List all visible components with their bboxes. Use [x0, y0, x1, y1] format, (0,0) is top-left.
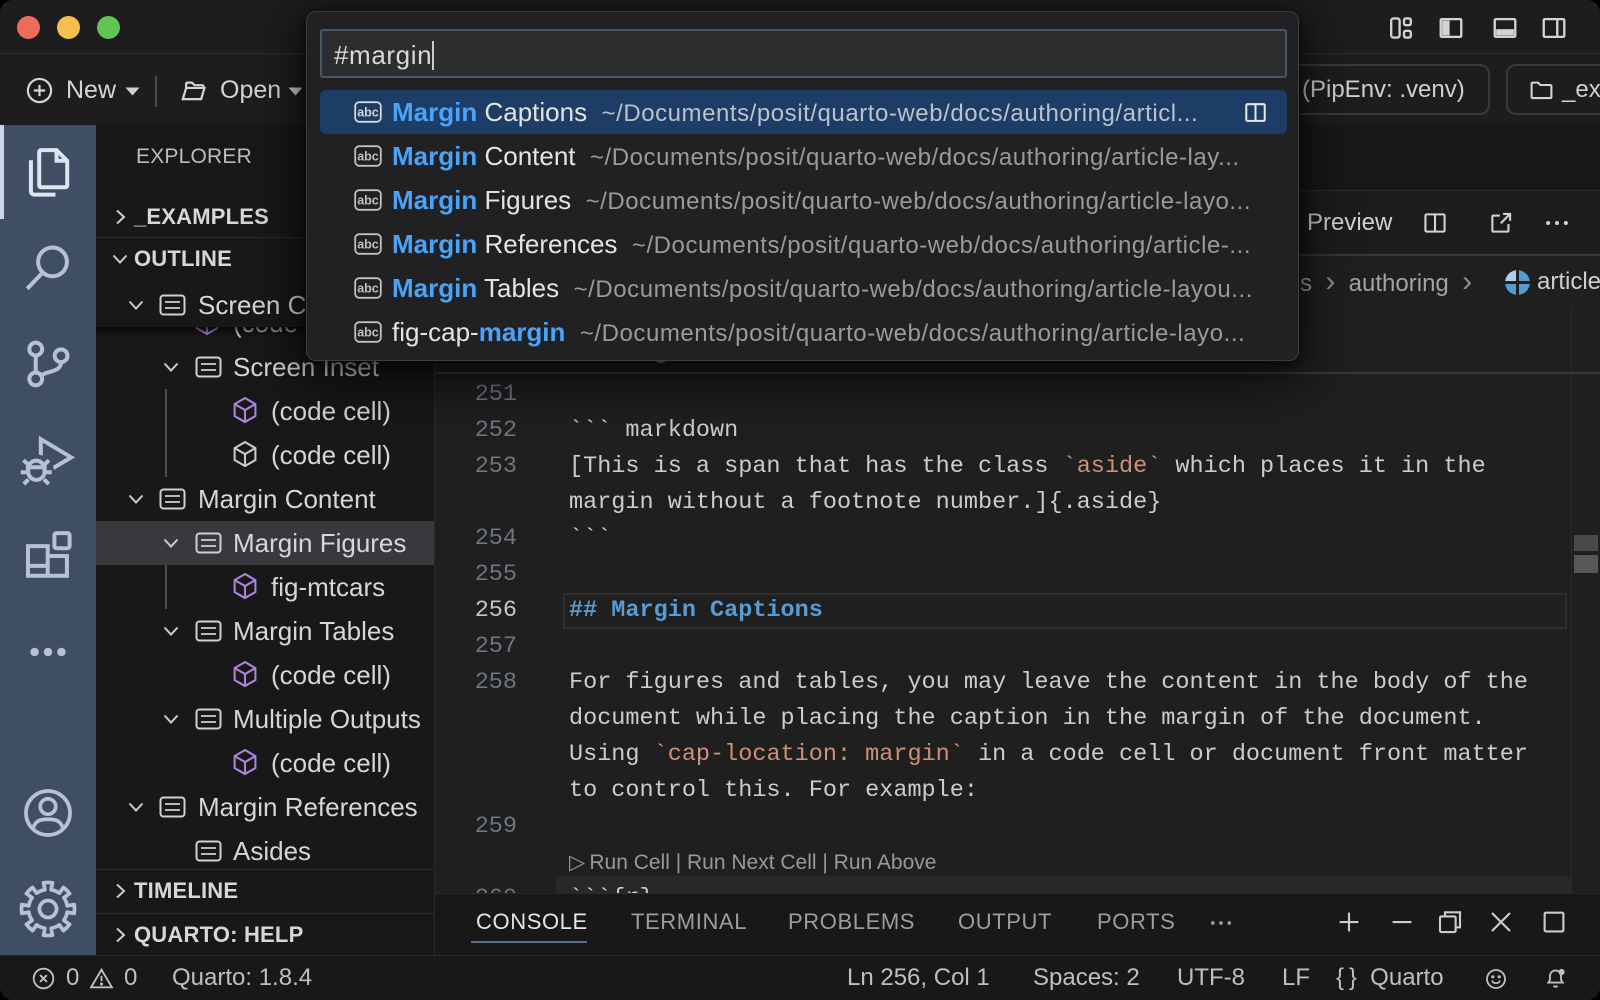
svg-text:abc: abc [357, 194, 379, 208]
svg-text:abc: abc [357, 106, 379, 120]
svg-text:abc: abc [357, 150, 379, 164]
svg-text:abc: abc [357, 238, 379, 252]
svg-text:abc: abc [357, 282, 379, 296]
svg-text:abc: abc [357, 326, 379, 340]
